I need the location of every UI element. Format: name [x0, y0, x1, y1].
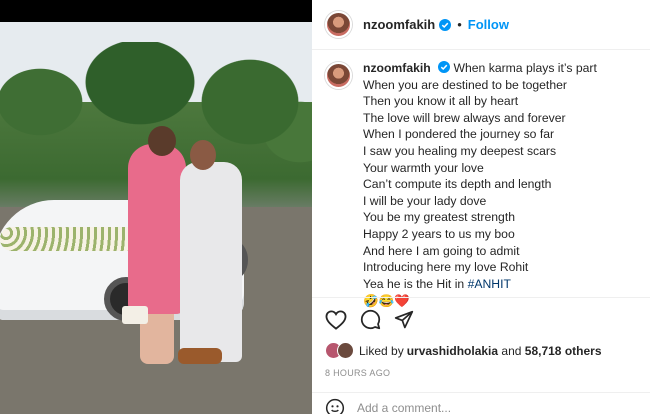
author-avatar[interactable] — [325, 11, 352, 38]
add-comment-bar: Add a comment... — [312, 392, 650, 414]
caption-author-avatar[interactable] — [325, 62, 352, 89]
caption-line: Can’t compute its depth and length — [363, 177, 552, 192]
comment-button[interactable] — [358, 308, 382, 332]
photo-man-head — [190, 140, 216, 170]
like-button[interactable] — [324, 308, 348, 332]
post-caption: nzoomfakih When karma plays it’s part Wh… — [325, 60, 645, 310]
caption-line: I saw you healing my deepest scars — [363, 143, 557, 158]
caption-body: nzoomfakih When karma plays it’s part Wh… — [363, 60, 643, 310]
post-photo[interactable] — [0, 22, 312, 414]
caption-line: Then you know it all by heart — [363, 94, 519, 109]
liked-by-prefix: Liked by — [359, 344, 404, 358]
emoji-icon[interactable] — [325, 398, 345, 414]
liker-avatars — [325, 342, 355, 360]
verified-badge-icon — [439, 18, 452, 31]
caption-line: And here I am going to admit — [363, 243, 520, 258]
share-button[interactable] — [392, 308, 416, 332]
caption-line: nzoomfakih When karma plays it’s part — [363, 60, 643, 77]
photo-handbag — [122, 306, 148, 324]
follow-button[interactable]: Follow — [468, 17, 509, 32]
caption-line: Yea he is the Hit in #ANHIT — [363, 276, 643, 293]
post-side-panel: nzoomfakih • Follow nzoomfakih When karm… — [312, 0, 650, 414]
liked-by-others-link[interactable]: 58,718 others — [525, 344, 602, 358]
post-timestamp[interactable]: 8 HOURS AGO — [325, 368, 390, 378]
post-header: nzoomfakih • Follow — [312, 0, 650, 50]
caption-line: I will be your lady dove — [363, 193, 487, 208]
liker-avatar — [337, 342, 354, 359]
caption-line: When I pondered the journey so far — [363, 127, 555, 142]
heart-icon — [325, 309, 347, 330]
likes-summary: Liked by urvashidholakia and 58,718 othe… — [325, 342, 602, 360]
post-photo-panel — [0, 0, 312, 414]
caption-line: When you are destined to be together — [363, 77, 567, 92]
photo-flowers — [0, 227, 140, 251]
share-icon — [394, 310, 414, 328]
caption-text: When karma plays it’s part — [453, 61, 597, 75]
photo-woman — [128, 144, 186, 314]
verified-badge-icon — [438, 61, 451, 73]
caption-line: You be my greatest strength — [363, 210, 515, 225]
photo-man — [180, 162, 242, 362]
photo-woman-head — [148, 126, 176, 156]
liked-by-and: and — [498, 344, 525, 358]
photo-shoes — [178, 348, 222, 364]
author-username[interactable]: nzoomfakih — [363, 17, 435, 32]
caption-line: Happy 2 years to us my boo — [363, 226, 515, 241]
post-actions — [312, 297, 650, 341]
header-separator: • — [457, 17, 462, 32]
caption-username[interactable]: nzoomfakih — [363, 61, 431, 75]
caption-text: Yea he is the Hit in — [363, 276, 468, 291]
hashtag-link[interactable]: #ANHIT — [468, 277, 511, 291]
caption-line: The love will brew always and forever — [363, 110, 566, 125]
comment-icon — [360, 309, 380, 330]
comment-input[interactable]: Add a comment... — [357, 401, 451, 414]
caption-line: Introducing here my love Rohit — [363, 260, 529, 275]
caption-line: Your warmth your love — [363, 160, 484, 175]
liked-by-user-link[interactable]: urvashidholakia — [407, 344, 498, 358]
